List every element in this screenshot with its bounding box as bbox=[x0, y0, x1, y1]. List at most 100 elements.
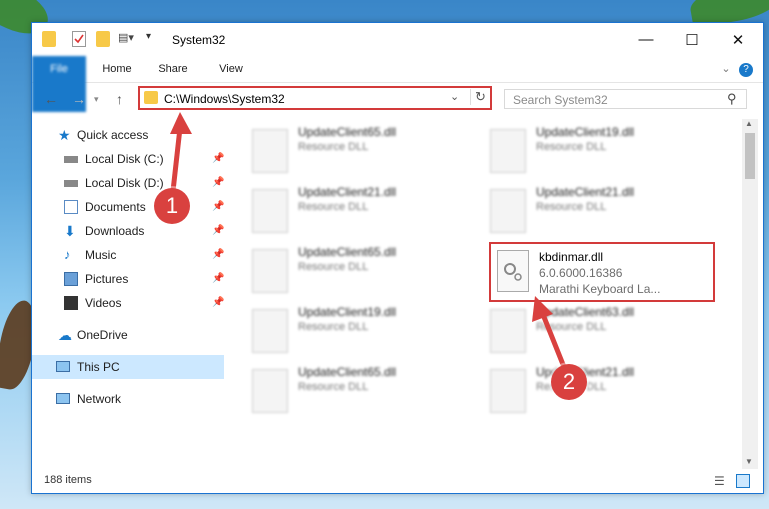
sidebar-item-music[interactable]: ♪ Music 📌 bbox=[32, 243, 224, 267]
file-item[interactable]: UpdateClient65.dll Resource DLL bbox=[232, 243, 462, 299]
properties-icon[interactable] bbox=[72, 31, 86, 47]
sidebar-item-onedrive[interactable]: ☁ OneDrive bbox=[32, 323, 224, 347]
minimize-button[interactable]: — bbox=[623, 23, 669, 56]
folder-icon[interactable] bbox=[42, 31, 56, 47]
dropdown-icon[interactable]: ▾ bbox=[146, 31, 156, 47]
sidebar-item-label: Downloads bbox=[85, 224, 145, 238]
expand-ribbon-icon[interactable]: ⌄ bbox=[718, 56, 734, 82]
forward-arrow-icon[interactable]: → bbox=[72, 91, 86, 107]
scroll-up-icon[interactable]: ▲ bbox=[745, 119, 753, 128]
file-name: UpdateClient19.dll bbox=[298, 305, 397, 319]
sidebar-item-local-disk-c[interactable]: Local Disk (C:) 📌 bbox=[32, 147, 224, 171]
pin-icon[interactable]: 📌 bbox=[212, 291, 224, 315]
sidebar-item-quick-access[interactable]: ★ Quick access bbox=[32, 123, 224, 147]
star-icon: ★ bbox=[58, 127, 71, 143]
back-arrow-icon[interactable]: ← bbox=[44, 91, 58, 107]
dll-file-icon bbox=[252, 189, 288, 233]
address-bar[interactable]: C:\Windows\System32 ⌄ ↻ bbox=[138, 86, 492, 110]
file-item[interactable]: UpdateClient21.dll Resource DLL bbox=[470, 363, 700, 419]
recent-locations-icon[interactable]: ▾ bbox=[94, 94, 99, 105]
step-badge-1: 1 bbox=[154, 188, 190, 224]
file-name: UpdateClient21.dll bbox=[298, 185, 397, 199]
file-item[interactable]: UpdateClient63.dll Resource DLL bbox=[470, 303, 700, 359]
sidebar-item-label: Videos bbox=[85, 296, 122, 310]
sidebar-item-label: Quick access bbox=[77, 128, 149, 142]
status-bar: 188 items ☰ bbox=[32, 470, 763, 492]
pin-icon[interactable]: 📌 bbox=[212, 171, 224, 195]
vertical-scrollbar[interactable]: ▲ ▼ bbox=[742, 119, 758, 469]
large-icons-view-icon[interactable] bbox=[736, 474, 750, 488]
sidebar-item-downloads[interactable]: ⬇ Downloads 📌 bbox=[32, 219, 224, 243]
sidebar-item-label: Pictures bbox=[85, 272, 129, 286]
sidebar-item-network[interactable]: Network bbox=[32, 387, 224, 411]
cloud-icon: ☁ bbox=[58, 327, 72, 343]
file-type: Resource DLL bbox=[298, 201, 369, 213]
sidebar-item-this-pc[interactable]: This PC bbox=[32, 355, 224, 379]
file-description: Marathi Keyboard La... bbox=[539, 282, 661, 296]
file-item[interactable]: UpdateClient19.dll Resource DLL bbox=[232, 303, 462, 359]
dll-file-icon bbox=[252, 249, 288, 293]
file-item[interactable]: UpdateClient19.dll Resource DLL bbox=[470, 123, 700, 179]
file-name: UpdateClient19.dll bbox=[536, 125, 635, 139]
sidebar-item-label: Local Disk (D:) bbox=[85, 176, 164, 190]
scroll-down-icon[interactable]: ▼ bbox=[745, 457, 753, 466]
window-title: System32 bbox=[172, 33, 226, 47]
maximize-button[interactable]: ☐ bbox=[669, 23, 715, 56]
explorer-window: ▤▾ ▾ System32 — ☐ ✕ File Home Share View… bbox=[31, 22, 764, 494]
picture-icon bbox=[64, 272, 78, 286]
dll-gear-file-icon bbox=[497, 250, 529, 292]
computer-icon bbox=[56, 361, 70, 372]
navigation-pane: ★ Quick access Local Disk (C:) 📌 Local D… bbox=[32, 119, 224, 469]
pin-icon[interactable]: 📌 bbox=[212, 195, 224, 219]
address-dropdown-icon[interactable]: ⌄ bbox=[450, 90, 459, 103]
new-folder-icon[interactable] bbox=[96, 31, 110, 47]
dll-file-icon bbox=[252, 309, 288, 353]
refresh-icon[interactable]: ↻ bbox=[470, 89, 486, 105]
file-type: Resource DLL bbox=[298, 141, 369, 153]
file-item[interactable]: UpdateClient65.dll Resource DLL bbox=[232, 363, 462, 419]
highlighted-file-item[interactable]: kbdinmar.dll 6.0.6000.16386 Marathi Keyb… bbox=[489, 242, 715, 302]
download-arrow-icon: ⬇ bbox=[64, 223, 76, 239]
scroll-thumb[interactable] bbox=[745, 133, 755, 179]
search-icon[interactable]: ⚲ bbox=[727, 91, 737, 107]
sidebar-item-local-disk-d[interactable]: Local Disk (D:) 📌 bbox=[32, 171, 224, 195]
dll-file-icon bbox=[252, 129, 288, 173]
dll-file-icon bbox=[252, 369, 288, 413]
up-arrow-icon[interactable]: ↑ bbox=[116, 91, 123, 107]
tab-share[interactable]: Share bbox=[150, 56, 196, 82]
details-view-icon[interactable]: ☰ bbox=[714, 474, 725, 488]
sidebar-item-label: Local Disk (C:) bbox=[85, 152, 164, 166]
pin-icon[interactable]: 📌 bbox=[212, 147, 224, 171]
file-item[interactable]: UpdateClient65.dll Resource DLL bbox=[232, 123, 462, 179]
drive-icon bbox=[64, 180, 78, 187]
help-icon[interactable]: ? bbox=[738, 56, 754, 82]
dll-file-icon bbox=[490, 309, 526, 353]
sidebar-item-pictures[interactable]: Pictures 📌 bbox=[32, 267, 224, 291]
sidebar-item-documents[interactable]: Documents 📌 bbox=[32, 195, 224, 219]
sidebar-item-videos[interactable]: Videos 📌 bbox=[32, 291, 224, 315]
file-type: Resource DLL bbox=[536, 201, 607, 213]
close-button[interactable]: ✕ bbox=[715, 23, 761, 56]
search-box[interactable]: Search System32 ⚲ bbox=[504, 89, 747, 109]
file-type: Resource DLL bbox=[298, 261, 369, 273]
dll-file-icon bbox=[490, 129, 526, 173]
pin-icon[interactable]: 📌 bbox=[212, 243, 224, 267]
sidebar-item-label: Documents bbox=[85, 200, 146, 214]
sidebar-item-label: Music bbox=[85, 248, 117, 262]
customize-quick-access-icon[interactable]: ▤▾ bbox=[118, 31, 144, 47]
file-item[interactable]: UpdateClient21.dll Resource DLL bbox=[470, 183, 700, 239]
file-type: Resource DLL bbox=[536, 141, 607, 153]
dll-file-icon bbox=[490, 189, 526, 233]
drive-icon bbox=[64, 156, 78, 163]
film-strip-icon bbox=[64, 296, 78, 310]
file-type: Resource DLL bbox=[298, 321, 369, 333]
dll-file-icon bbox=[490, 369, 526, 413]
pin-icon[interactable]: 📌 bbox=[212, 219, 224, 243]
tab-view[interactable]: View bbox=[208, 56, 254, 82]
sidebar-item-label: Network bbox=[77, 392, 122, 406]
pin-icon[interactable]: 📌 bbox=[212, 267, 224, 291]
sidebar-item-label: This PC bbox=[77, 360, 120, 374]
folder-icon bbox=[144, 91, 158, 104]
tab-home[interactable]: Home bbox=[94, 56, 140, 82]
file-item[interactable]: UpdateClient21.dll Resource DLL bbox=[232, 183, 462, 239]
